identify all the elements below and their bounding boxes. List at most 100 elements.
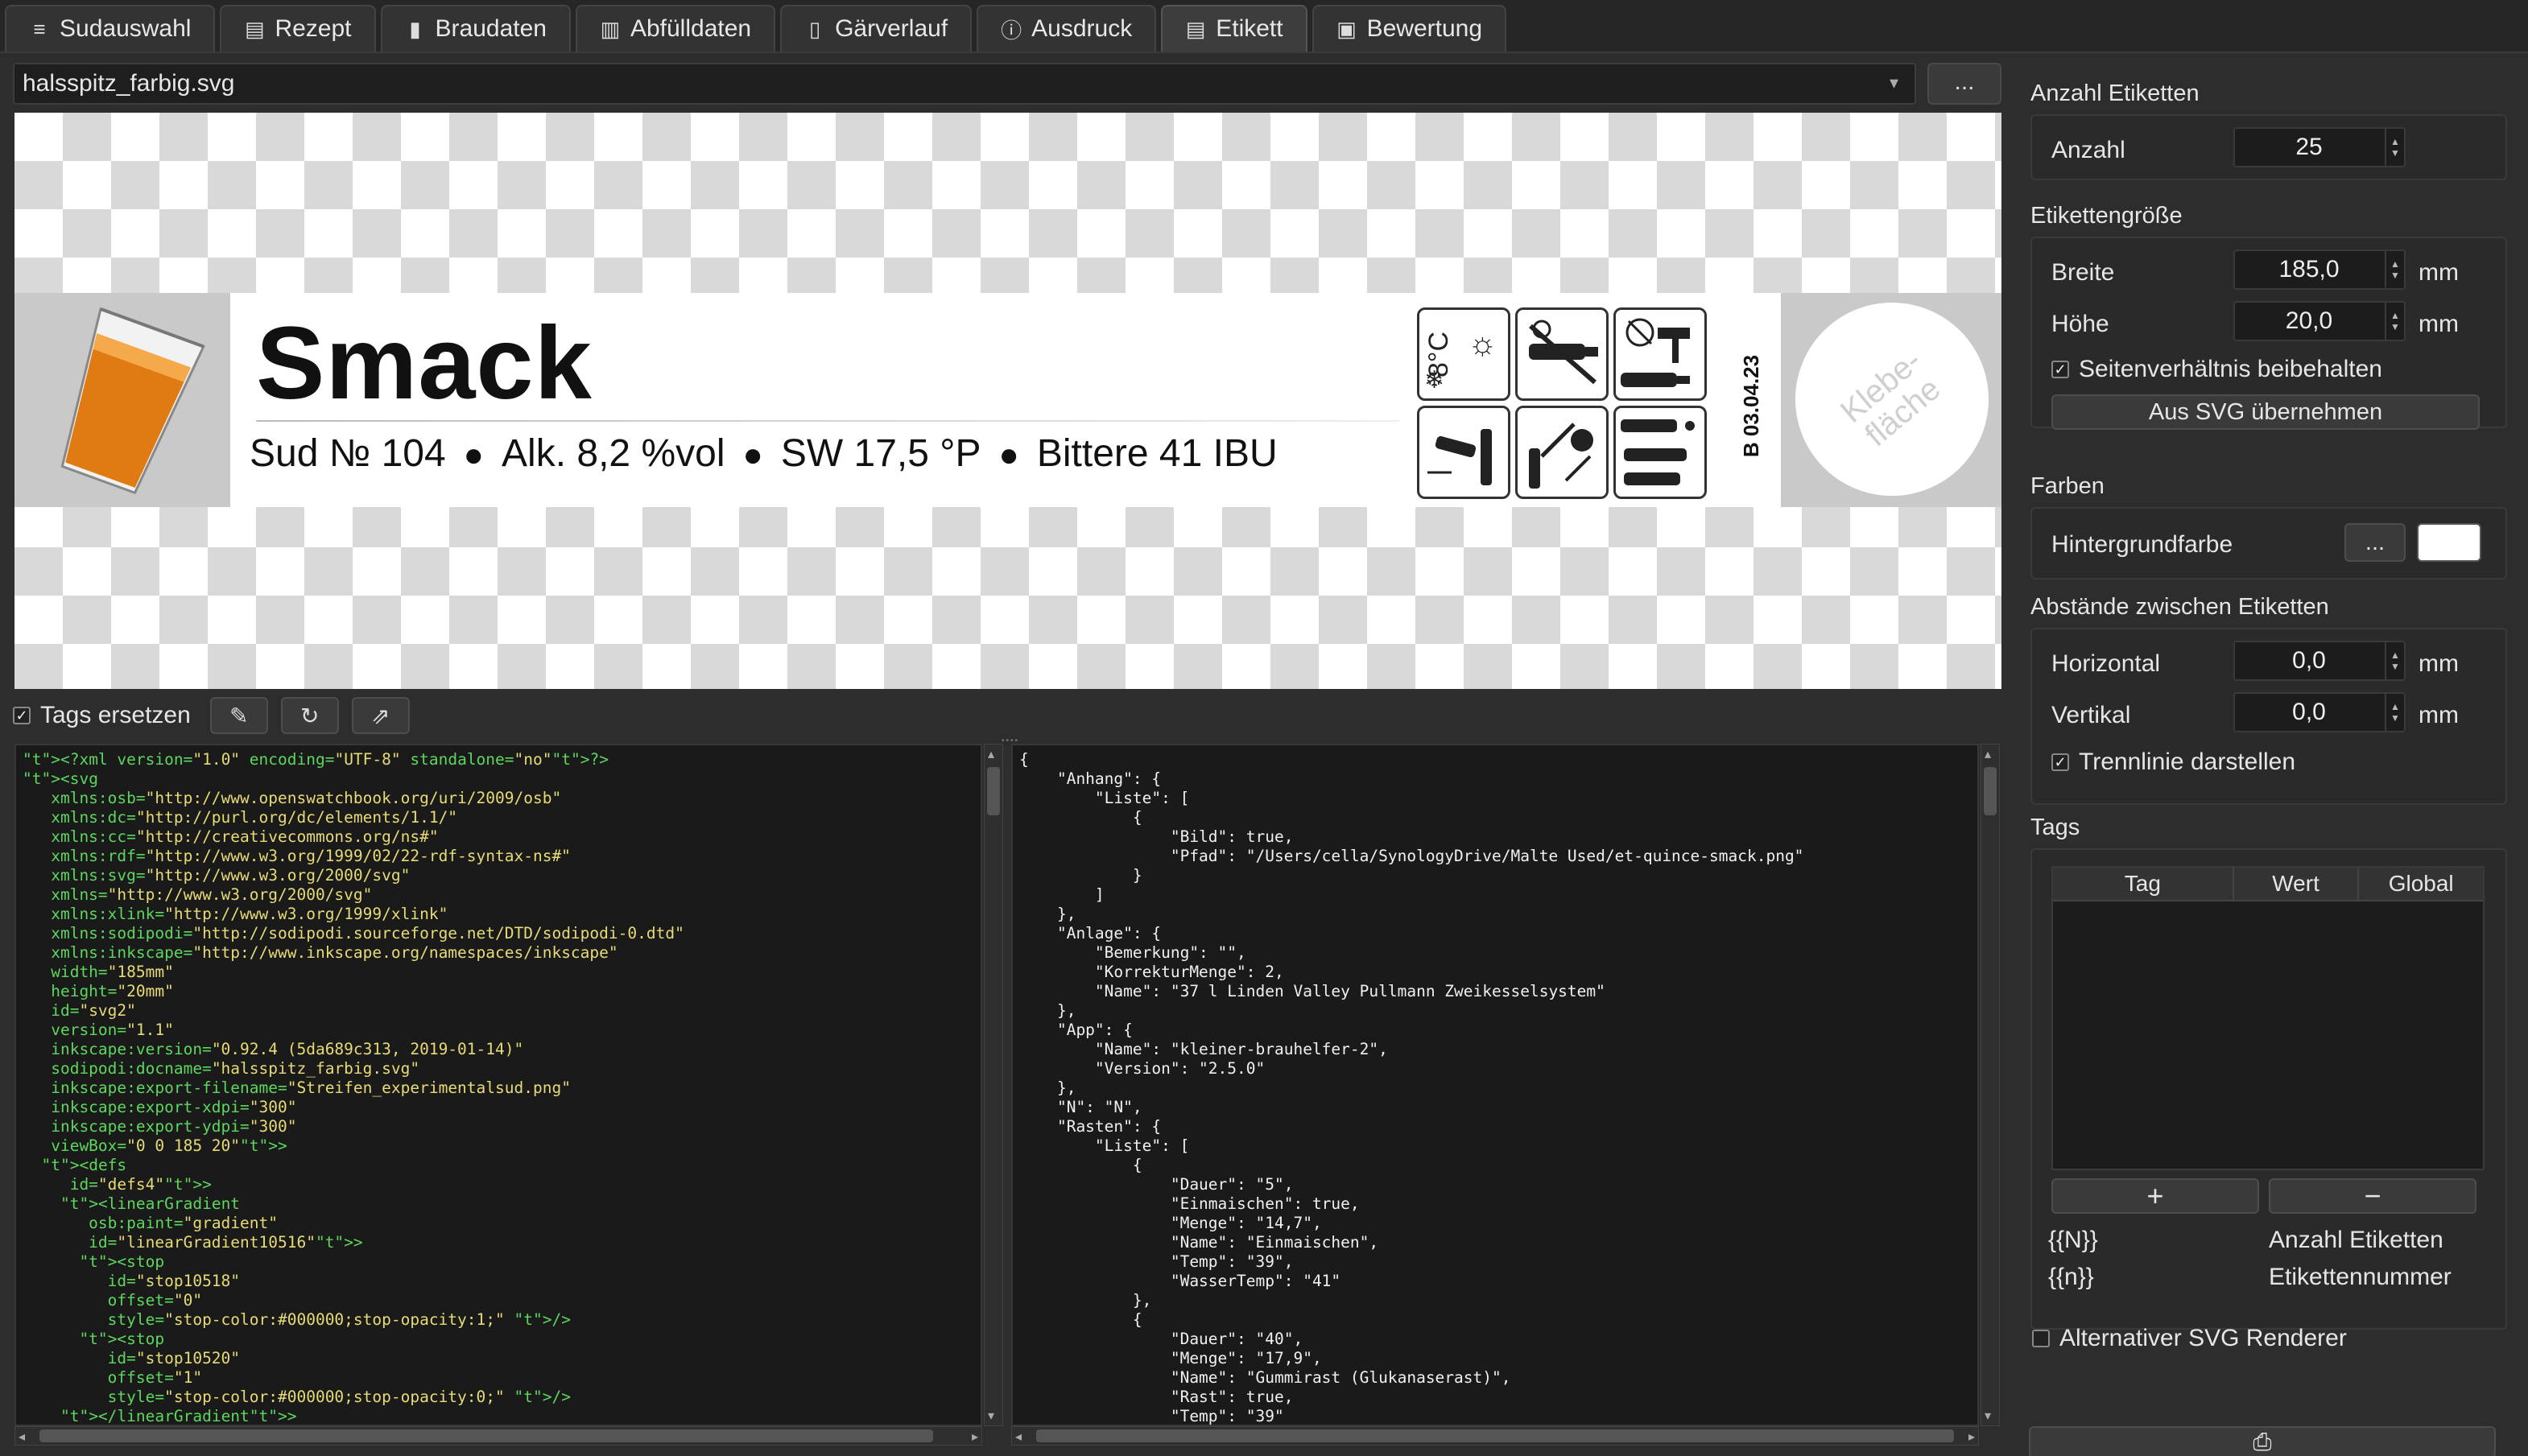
svg-editor-hscroll[interactable]: ◂ ▸ — [14, 1426, 982, 1446]
hoehe-spinbox[interactable]: 20,0 ▲ ▼ — [2233, 301, 2406, 341]
seitenverhaeltnis-row[interactable]: ✓ Seitenverhältnis beibehalten — [2051, 356, 2382, 383]
json-line: }, — [1019, 1001, 1076, 1020]
json-line: "Name": "kleiner-brauhelfer-2", — [1019, 1040, 1388, 1058]
tab-etikett[interactable]: ▤ Etikett — [1161, 5, 1307, 52]
svg-code-line: inkscape:export-xdpi="300" — [23, 1098, 297, 1116]
editor-toolbar: ✓ Tags ersetzen ✎ ↻ ⇗ — [13, 695, 423, 736]
app-window: ≡ Sudauswahl ▤ Rezept ▮ Braudaten ▥ Abfülldaten… — [0, 0, 2528, 1456]
svg-code-line: "t"></linearGradient"t">> — [60, 1407, 297, 1425]
spin-arrows-icon[interactable]: ▲ ▼ — [2385, 694, 2404, 731]
tab-abfülldaten[interactable]: ▥ Abfülldaten — [575, 5, 776, 52]
edit-button[interactable]: ✎ — [209, 697, 268, 734]
json-line: "Version": "2.5.0" — [1019, 1059, 1266, 1078]
col-wert[interactable]: Wert — [2234, 868, 2360, 900]
tab-label: Etikett — [1216, 15, 1283, 42]
tags-replace-checkbox[interactable]: ✓ — [13, 707, 31, 724]
anzahl-spinbox[interactable]: 25 ▲ ▼ — [2233, 127, 2406, 167]
json-line: "Bild": true, — [1019, 827, 1294, 846]
add-tag-button[interactable]: + — [2051, 1178, 2259, 1214]
breite-unit: mm — [2419, 259, 2459, 286]
svg-code-line: version="1.1" — [23, 1021, 174, 1039]
json-line: }, — [1019, 905, 1076, 923]
svg-code-line: "t"><svg — [23, 769, 98, 788]
svg-editor-vscroll[interactable]: ▴ ▾ — [984, 744, 1003, 1426]
document-icon: ▤ — [245, 16, 265, 41]
aus-svg-button[interactable]: Aus SVG übernehmen — [2051, 394, 2480, 430]
json-line: "Liste": [ — [1019, 789, 1190, 807]
horizontal-label: Horizontal — [2051, 650, 2161, 677]
title-divider — [256, 420, 1399, 422]
json-line: "Temp": "39" — [1019, 1407, 1284, 1425]
json-data-viewer[interactable]: { "Anhang": { "Liste": [ { "Bild": true,… — [1011, 744, 1979, 1426]
tab-rezept[interactable]: ▤ Rezept — [220, 5, 376, 52]
color-picker-button[interactable]: ... — [2344, 523, 2406, 562]
cup-icon: ▮ — [409, 16, 421, 41]
alt-renderer-checkbox[interactable] — [2032, 1330, 2050, 1347]
background-color-swatch[interactable] — [2417, 523, 2481, 562]
svg-code-line: inkscape:export-filename="Streifen_exper… — [23, 1079, 571, 1097]
svg-code-editor[interactable]: "t"><?xml version="1.0" encoding="UTF-8"… — [14, 744, 982, 1426]
breite-label: Breite — [2051, 259, 2115, 286]
json-line: "Temp": "39", — [1019, 1252, 1294, 1271]
svg-code-line: xmlns:inkscape="http://www.inkscape.org/… — [23, 943, 618, 962]
svg-code-line: "t"><?xml version="1.0" encoding="UTF-8"… — [23, 750, 609, 769]
json-viewer-hscroll[interactable]: ◂ ▸ — [1011, 1426, 1979, 1446]
reload-button[interactable]: ↻ — [280, 697, 339, 734]
svg-file-select[interactable]: halsspitz_farbig.svg ▾ — [13, 63, 1916, 105]
svg-code-line: xmlns:cc="http://creativecommons.org/ns#… — [23, 827, 439, 846]
hoehe-unit: mm — [2419, 311, 2459, 337]
json-line: "WasserTemp": "41" — [1019, 1272, 1341, 1290]
tab-braudaten[interactable]: ▮ Braudaten — [380, 5, 571, 52]
seitenverhaeltnis-checkbox[interactable]: ✓ — [2051, 361, 2069, 378]
remove-tag-button[interactable]: − — [2269, 1178, 2476, 1214]
bottles-icon: ▥ — [600, 16, 621, 41]
json-line: { — [1019, 750, 1029, 769]
json-line: "Bemerkung": "", — [1019, 943, 1246, 962]
section-anzahl: Anzahl Etiketten — [2030, 80, 2200, 106]
svg-code-line: xmlns="http://www.w3.org/2000/svg" — [23, 885, 373, 904]
svg-code-line: inkscape:export-ydpi="300" — [23, 1117, 297, 1136]
bottling-date: B 03.04.23 — [1739, 354, 1764, 457]
open-external-button[interactable]: ⇗ — [351, 697, 410, 734]
tab-bewertung[interactable]: ▣ Bewertung — [1312, 5, 1507, 52]
spin-arrows-icon[interactable]: ▲ ▼ — [2385, 303, 2404, 340]
svg-code-line: id="stop10518" — [23, 1272, 241, 1290]
tab-gärverlauf[interactable]: ▯ Gärverlauf — [780, 5, 973, 52]
svg-code-line: xmlns:dc="http://purl.org/dc/elements/1.… — [23, 808, 458, 827]
info-icon: ⓘ — [1001, 18, 1022, 43]
json-line: "KorrekturMenge": 2, — [1019, 963, 1284, 981]
opener-pictogram — [1515, 406, 1609, 499]
plus-icon: + — [2146, 1179, 2164, 1212]
section-groesse: Etikettengröße — [2030, 203, 2183, 229]
horizontal-spinbox[interactable]: 0,0 ▲ ▼ — [2233, 641, 2406, 681]
pour-pictogram — [1417, 406, 1510, 499]
alt-renderer-row[interactable]: Alternativer SVG Renderer — [2032, 1325, 2347, 1352]
chevron-down-icon[interactable]: ▾ — [1890, 72, 1898, 93]
spin-arrows-icon[interactable]: ▲ ▼ — [2385, 129, 2404, 166]
trennlinie-checkbox[interactable]: ✓ — [2051, 753, 2069, 771]
svg-code-line: osb:paint="gradient" — [23, 1214, 278, 1232]
breite-spinbox[interactable]: 185,0 ▲ ▼ — [2233, 250, 2406, 290]
tags-table[interactable]: Tag Wert Global — [2051, 866, 2485, 1170]
vertikal-unit: mm — [2419, 702, 2459, 728]
json-line: "Menge": "17,9", — [1019, 1349, 1322, 1367]
svg-code-line: inkscape:version="0.92.4 (5da689c313, 20… — [23, 1040, 524, 1058]
external-link-icon: ⇗ — [371, 703, 390, 728]
alcohol-value: Alk. 8,2 %vol — [502, 432, 725, 475]
tab-ausdruck[interactable]: ⓘ Ausdruck — [977, 5, 1157, 52]
beer-image — [14, 293, 230, 507]
browse-file-button[interactable]: ... — [1927, 63, 2001, 105]
col-global[interactable]: Global — [2359, 868, 2483, 900]
spin-arrows-icon[interactable]: ▲ ▼ — [2385, 642, 2404, 679]
col-tag[interactable]: Tag — [2053, 868, 2234, 900]
tab-sudauswahl[interactable]: ≡ Sudauswahl — [5, 5, 216, 52]
print-button[interactable]: ⎙ — [2029, 1426, 2496, 1456]
json-viewer-vscroll[interactable]: ▴ ▾ — [1981, 744, 2000, 1426]
gravity-value: SW 17,5 °P — [780, 432, 981, 475]
json-line: { — [1019, 808, 1142, 827]
spin-arrows-icon[interactable]: ▲ ▼ — [2385, 251, 2404, 288]
printer-icon: ⎙ — [2253, 1429, 2272, 1455]
anzahl-label: Anzahl — [2051, 137, 2125, 163]
vertikal-spinbox[interactable]: 0,0 ▲ ▼ — [2233, 692, 2406, 732]
trennlinie-row[interactable]: ✓ Trennlinie darstellen — [2051, 749, 2295, 776]
